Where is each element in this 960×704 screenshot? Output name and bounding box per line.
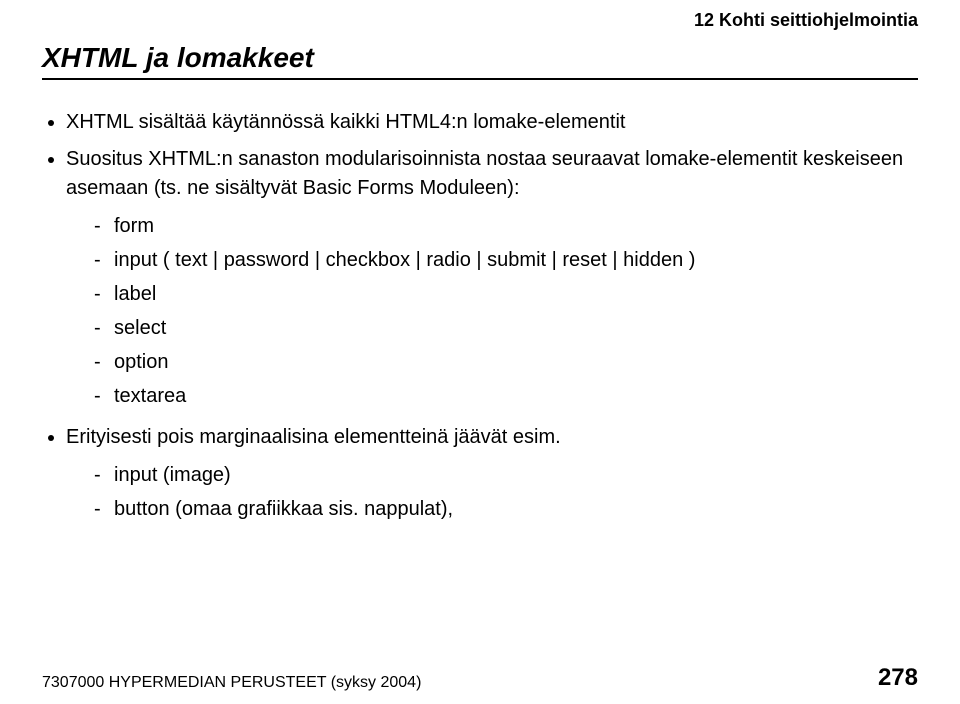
footer: 7307000 HYPERMEDIAN PERUSTEET (syksy 200… [42, 664, 918, 692]
sub-list: form input ( text | password | checkbox … [66, 209, 918, 413]
content-list: XHTML sisältää käytännössä kaikki HTML4:… [42, 108, 918, 526]
sub-item: input ( text | password | checkbox | rad… [94, 243, 918, 277]
bullet-item: XHTML sisältää käytännössä kaikki HTML4:… [66, 108, 918, 137]
bullet-item: Erityisesti pois marginaalisina elementt… [66, 423, 918, 526]
bullet-item: Suositus XHTML:n sanaston modularisoinni… [66, 145, 918, 413]
sub-list: input (image) button (omaa grafiikkaa si… [66, 458, 918, 526]
bullet-text: Suositus XHTML:n sanaston modularisoinni… [66, 148, 903, 199]
sub-item: input (image) [94, 458, 918, 492]
sub-item: textarea [94, 379, 918, 413]
sub-item: form [94, 209, 918, 243]
bullet-text: Erityisesti pois marginaalisina elementt… [66, 426, 561, 448]
chapter-label: 12 Kohti seittiohjelmointia [694, 10, 918, 31]
title-rule [42, 78, 918, 80]
page-number: 278 [878, 664, 918, 692]
sub-item: select [94, 311, 918, 345]
bullet-text: XHTML sisältää käytännössä kaikki HTML4:… [66, 111, 625, 133]
sub-item: option [94, 345, 918, 379]
sub-item: button (omaa grafiikkaa sis. nappulat), [94, 492, 918, 526]
course-code: 7307000 HYPERMEDIAN PERUSTEET (syksy 200… [42, 674, 421, 692]
sub-item: label [94, 277, 918, 311]
page-title: XHTML ja lomakkeet [42, 42, 918, 74]
